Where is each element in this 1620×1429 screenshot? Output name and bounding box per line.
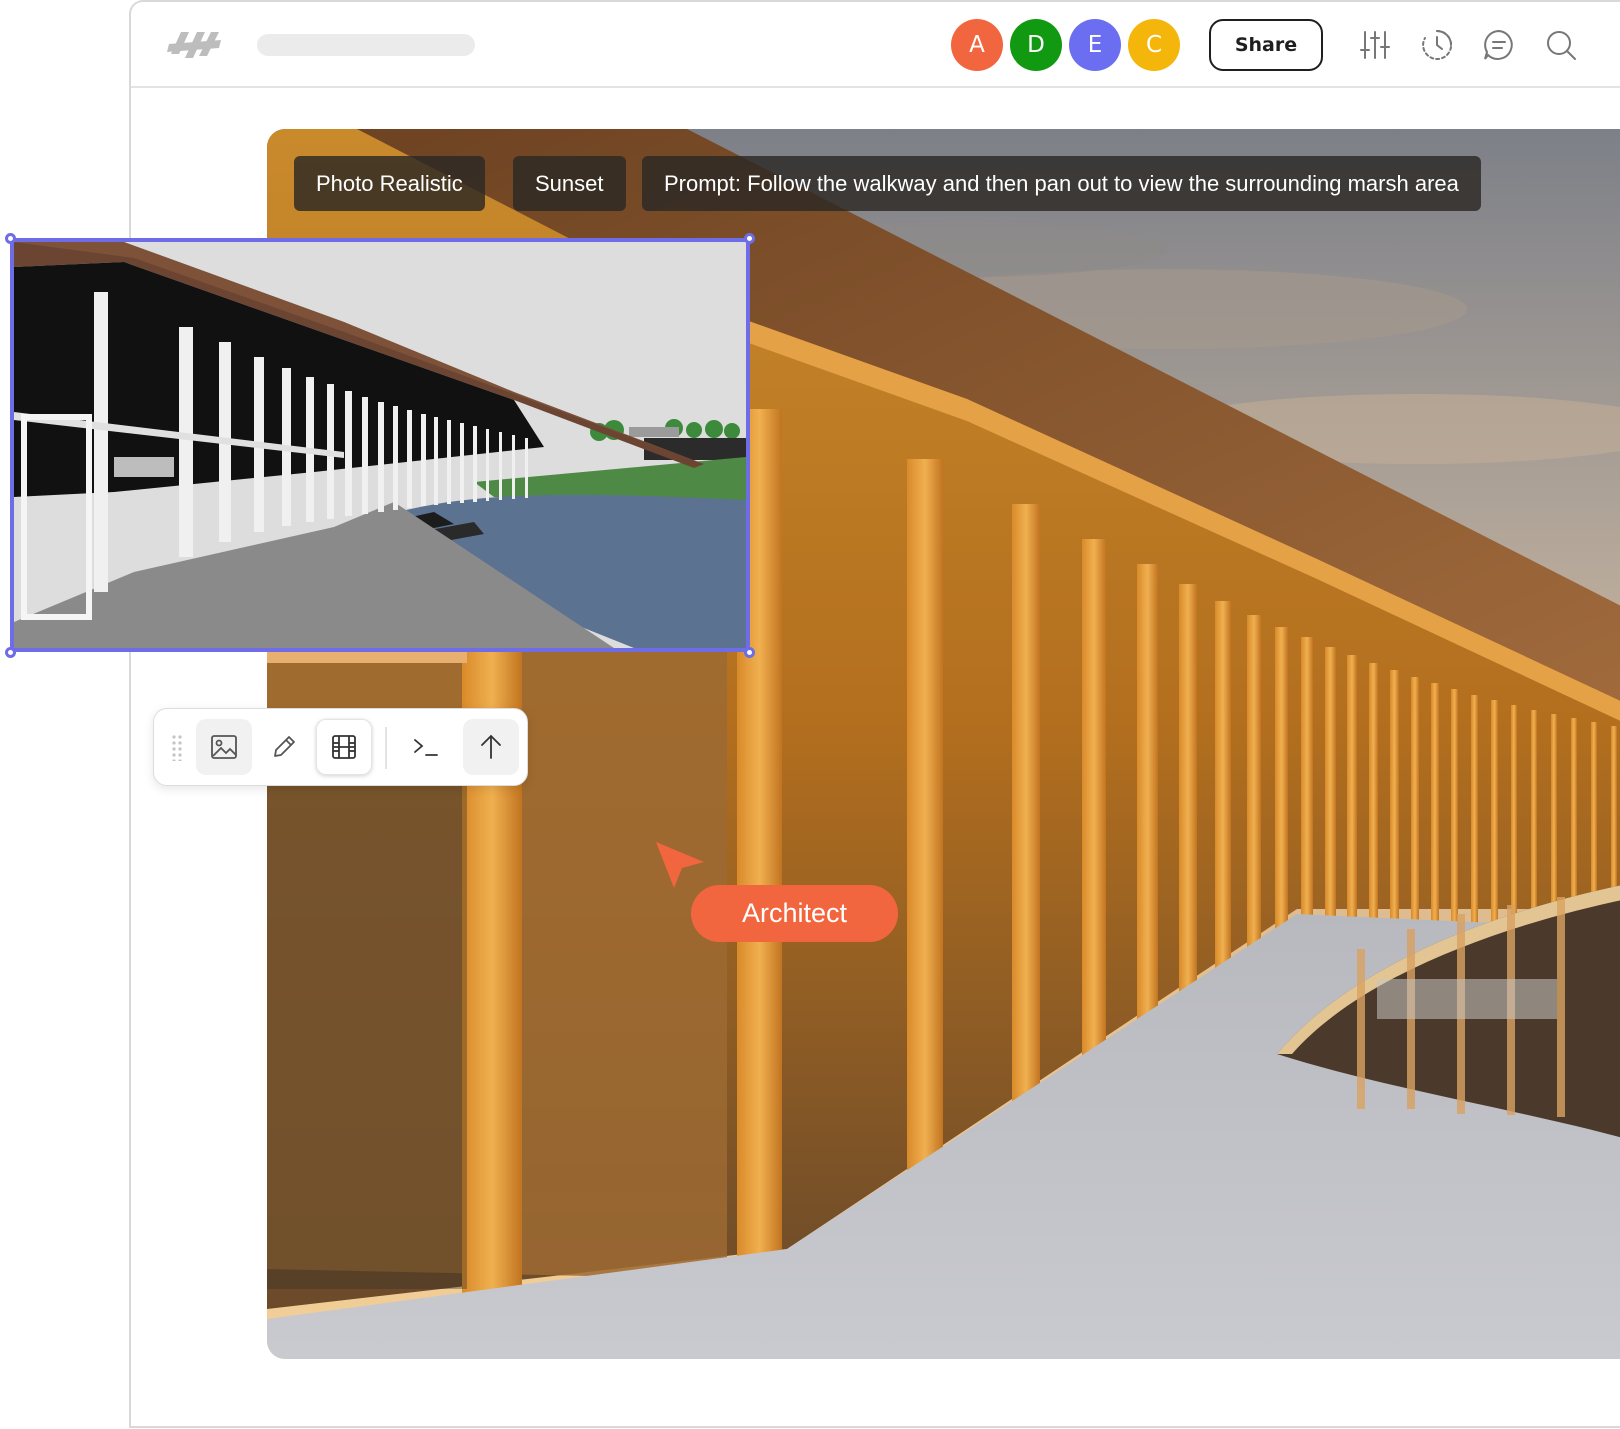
avatar[interactable]: A: [951, 19, 1003, 71]
image-tool-button[interactable]: [196, 719, 252, 775]
comment-icon[interactable]: [1482, 28, 1516, 62]
video-tool-button[interactable]: [316, 719, 372, 775]
document-title-placeholder[interactable]: [257, 34, 475, 56]
style-tag[interactable]: Photo Realistic: [294, 156, 485, 211]
drag-handle-icon[interactable]: [172, 735, 182, 761]
submit-button[interactable]: [463, 719, 519, 775]
lighting-tag[interactable]: Sunset: [513, 156, 626, 211]
share-button[interactable]: Share: [1209, 19, 1323, 71]
toolbar-divider: [385, 727, 387, 769]
avatar[interactable]: C: [1128, 19, 1180, 71]
search-icon[interactable]: [1544, 28, 1578, 62]
sketch-input-image[interactable]: [10, 238, 750, 652]
sliders-icon[interactable]: [1358, 28, 1392, 62]
pencil-tool-button[interactable]: [256, 719, 312, 775]
arrow-up-icon: [481, 734, 501, 759]
prompt-tool-button[interactable]: [398, 719, 454, 775]
image-icon: [211, 735, 237, 759]
cursor-pointer-icon: [656, 842, 704, 888]
brand-logo-icon[interactable]: [165, 24, 225, 64]
resize-handle[interactable]: [744, 233, 755, 244]
history-icon[interactable]: [1420, 28, 1454, 62]
floating-toolbar: [153, 708, 528, 786]
resize-handle[interactable]: [744, 647, 755, 658]
film-icon: [332, 735, 356, 759]
top-bar: A D E C Share: [131, 2, 1620, 88]
prompt-tag[interactable]: Prompt: Follow the walkway and then pan …: [642, 156, 1481, 211]
avatar[interactable]: E: [1069, 19, 1121, 71]
avatar[interactable]: D: [1010, 19, 1062, 71]
resize-handle[interactable]: [5, 647, 16, 658]
collaborator-cursor-label: Architect: [691, 885, 898, 942]
resize-handle[interactable]: [5, 233, 16, 244]
terminal-icon: [414, 739, 438, 756]
pencil-icon: [274, 736, 295, 757]
